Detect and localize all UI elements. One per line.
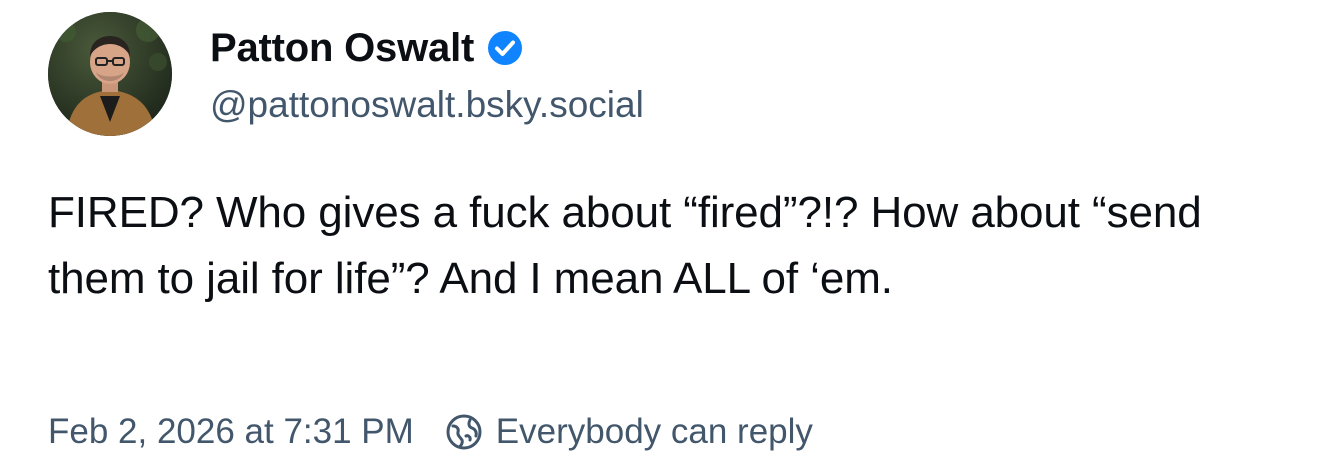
author-display-name[interactable]: Patton Oswalt	[210, 26, 474, 71]
post-timestamp[interactable]: Feb 2, 2026 at 7:31 PM	[48, 412, 414, 452]
globe-icon	[444, 412, 484, 452]
reply-setting[interactable]: Everybody can reply	[444, 412, 813, 452]
verified-check-icon[interactable]	[486, 29, 524, 67]
author-handle[interactable]: @pattonoswalt.bsky.social	[210, 84, 644, 126]
post-card: Patton Oswalt @pattonoswalt.bsky.social …	[0, 0, 1320, 475]
post-text: FIRED? Who gives a fuck about “fired”?!?…	[48, 188, 1202, 303]
reply-setting-label: Everybody can reply	[495, 412, 813, 451]
post-footer: Feb 2, 2026 at 7:31 PM Everybody can rep…	[48, 408, 813, 456]
author-name-row: Patton Oswalt	[210, 22, 524, 74]
author-avatar[interactable]	[48, 12, 172, 136]
avatar-photo	[48, 12, 172, 136]
